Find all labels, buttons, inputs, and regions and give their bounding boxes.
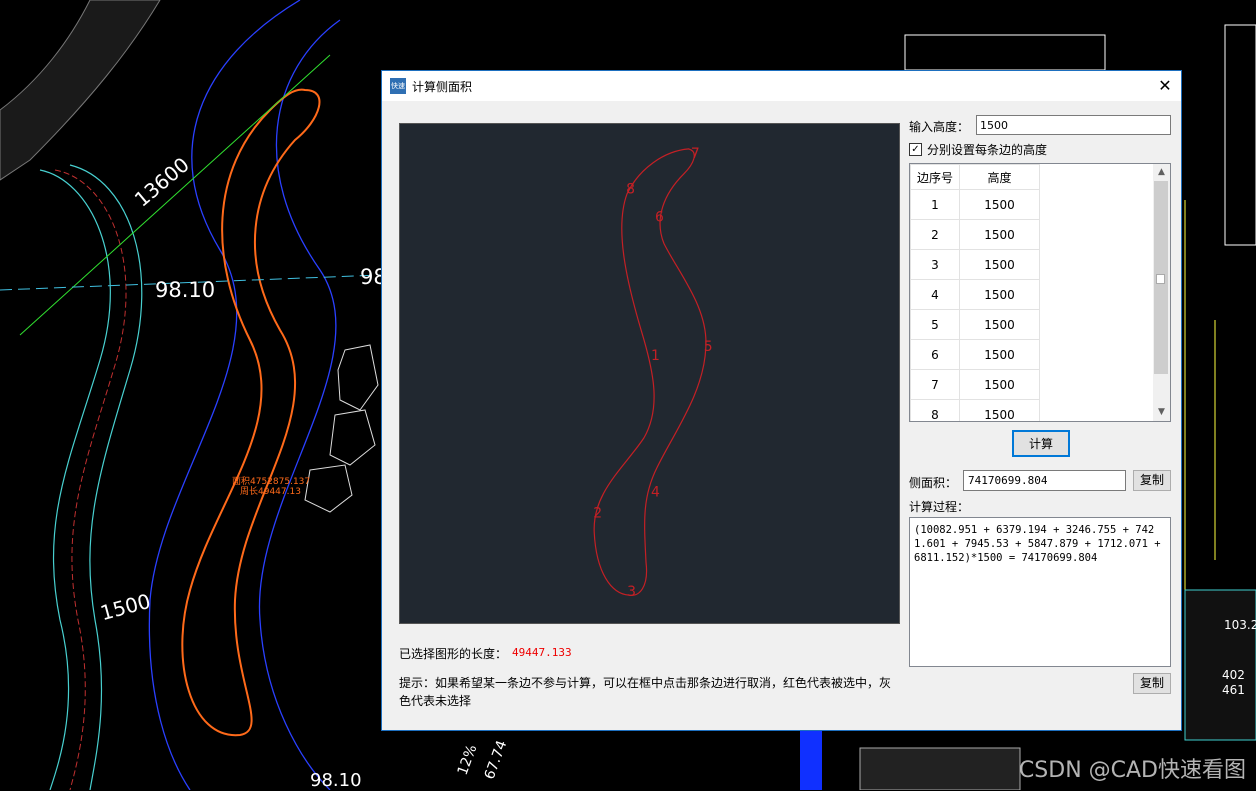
table-header-row: 边序号 高度 <box>910 164 1040 190</box>
column-header-edge-index: 边序号 <box>910 164 960 190</box>
calculate-button[interactable]: 计算 <box>1012 430 1070 457</box>
cad-area-tag-line: 面积4752875.137 <box>232 477 311 487</box>
copy-area-button[interactable]: 复制 <box>1133 470 1171 491</box>
edge-label-6[interactable]: 6 <box>655 210 664 226</box>
cad-dim-label: 461 <box>1222 683 1245 697</box>
cad-dim-label: 103.2 <box>1224 618 1256 632</box>
column-header-height: 高度 <box>959 164 1040 190</box>
height-cell[interactable]: 1500 <box>959 399 1040 421</box>
height-label: 输入高度： <box>909 120 970 134</box>
edge-height-table[interactable]: 边序号 高度 1 1500 2 1500 3 1500 4 1500 5 1500 6 15… <box>909 163 1171 422</box>
scroll-grip-icon[interactable] <box>1156 274 1165 284</box>
watermark: CSDN @CAD快速看图 <box>1018 758 1246 783</box>
table-row[interactable]: 8 1500 <box>910 399 1040 421</box>
cad-dim-label: 402 <box>1222 668 1245 682</box>
checkbox-box[interactable]: ✓ <box>909 143 922 156</box>
title-bar[interactable]: 快速 计算侧面积 ✕ <box>382 71 1181 101</box>
height-input[interactable] <box>976 115 1171 135</box>
height-cell[interactable]: 1500 <box>959 279 1040 310</box>
edge-label-3[interactable]: 3 <box>627 584 636 600</box>
edge-label-2[interactable]: 2 <box>593 505 602 521</box>
dialog-title: 计算侧面积 <box>412 80 473 94</box>
table-row[interactable]: 5 1500 <box>910 309 1040 340</box>
table-row[interactable]: 3 1500 <box>910 249 1040 280</box>
edge-index-cell: 5 <box>910 309 960 340</box>
table-row[interactable]: 2 1500 <box>910 219 1040 250</box>
table-scrollbar[interactable]: ▲ ▼ <box>1153 164 1170 421</box>
scroll-down-icon[interactable]: ▼ <box>1153 404 1170 421</box>
table-row[interactable]: 4 1500 <box>910 279 1040 310</box>
edge-label-7[interactable]: 7 <box>691 146 700 162</box>
calc-process-label: 计算过程： <box>909 500 970 514</box>
close-button[interactable]: ✕ <box>1149 71 1181 101</box>
shape-preview-svg: 1 2 3 4 5 6 7 8 <box>593 146 713 600</box>
edge-label-1[interactable]: 1 <box>651 348 660 364</box>
cad-area-tag: 面积4752875.137 周长49447.13 <box>232 477 310 497</box>
edge-index-cell: 3 <box>910 249 960 280</box>
scroll-up-icon[interactable]: ▲ <box>1153 164 1170 181</box>
edge-index-cell: 2 <box>910 219 960 250</box>
per-edge-height-checkbox[interactable]: ✓ 分别设置每条边的高度 <box>909 141 1047 158</box>
height-cell[interactable]: 1500 <box>959 249 1040 280</box>
edge-index-cell: 7 <box>910 369 960 400</box>
height-cell[interactable]: 1500 <box>959 369 1040 400</box>
calc-process-textarea[interactable]: (10082.951 + 6379.194 + 3246.755 + 7421.… <box>909 517 1171 667</box>
shape-outline[interactable] <box>593 148 707 596</box>
height-cell[interactable]: 1500 <box>959 309 1040 340</box>
shape-preview-canvas[interactable]: 1 2 3 4 5 6 7 8 <box>399 123 900 624</box>
edge-label-5[interactable]: 5 <box>704 339 713 355</box>
side-area-label: 侧面积： <box>909 476 958 490</box>
edge-index-cell: 4 <box>910 279 960 310</box>
table-row[interactable]: 6 1500 <box>910 339 1040 370</box>
copy-process-button[interactable]: 复制 <box>1133 673 1171 694</box>
edge-index-cell: 8 <box>910 399 960 421</box>
selected-length-value: 49447.133 <box>512 646 572 659</box>
edge-index-cell: 6 <box>910 339 960 370</box>
cad-dim-label: 98.10 <box>155 278 216 302</box>
cad-dim-label: 98.10 <box>310 770 362 791</box>
table-row[interactable]: 1 1500 <box>910 189 1040 220</box>
table-row[interactable]: 7 1500 <box>910 369 1040 400</box>
edge-label-4[interactable]: 4 <box>651 485 660 501</box>
selected-length-label: 已选择图形的长度： <box>399 647 508 661</box>
hint-text: 提示：如果希望某一条边不参与计算，可以在框中点击那条边进行取消，红色代表被选中，… <box>399 676 892 708</box>
edge-label-8[interactable]: 8 <box>626 182 635 198</box>
calc-side-area-dialog: 快速 计算侧面积 ✕ 1 2 3 4 5 6 7 8 已选择图形的长度： 494… <box>381 70 1182 731</box>
edge-height-grid: 边序号 高度 1 1500 2 1500 3 1500 4 1500 5 1500 6 15… <box>910 164 1040 421</box>
height-cell[interactable]: 1500 <box>959 339 1040 370</box>
edge-index-cell: 1 <box>910 189 960 220</box>
app-icon: 快速 <box>390 78 406 94</box>
height-cell[interactable]: 1500 <box>959 219 1040 250</box>
cad-perimeter-tag-line: 周长49447.13 <box>240 487 301 497</box>
height-cell[interactable]: 1500 <box>959 189 1040 220</box>
side-area-field[interactable] <box>963 470 1126 491</box>
per-edge-height-label: 分别设置每条边的高度 <box>927 143 1048 157</box>
